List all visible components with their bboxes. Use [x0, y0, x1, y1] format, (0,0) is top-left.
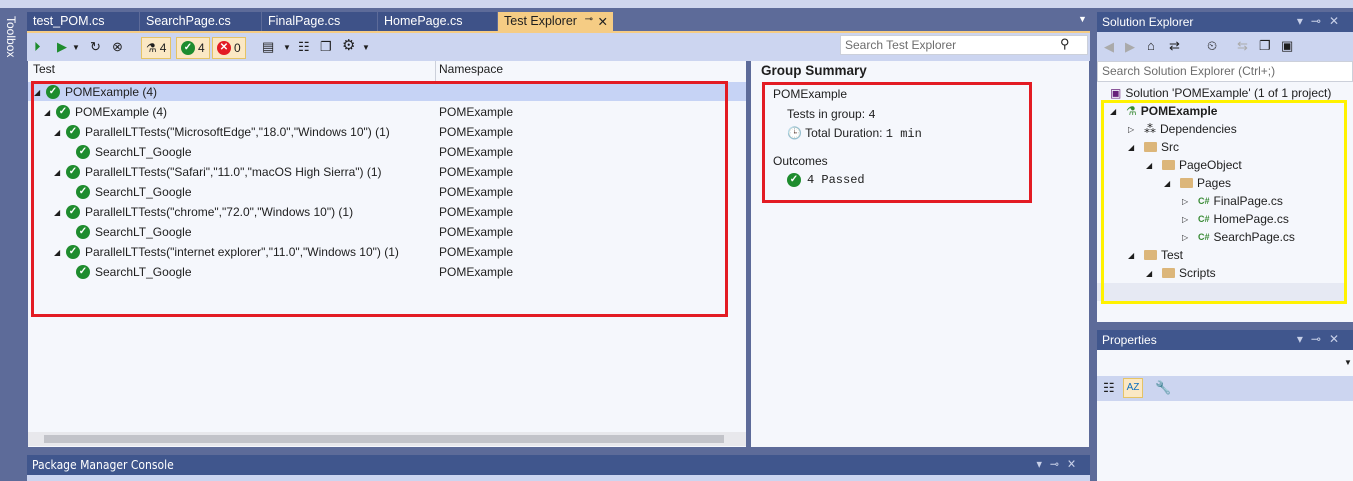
console-toolbar	[27, 475, 1090, 481]
pending-changes-icon[interactable]: ⏲	[1207, 38, 1217, 54]
collapse-all-icon[interactable]: ❐	[1259, 38, 1271, 54]
horizontal-scrollbar[interactable]	[28, 432, 746, 446]
title-strip	[0, 0, 1353, 8]
solution-explorer-title: Solution Explorer	[1102, 15, 1194, 29]
run-icon[interactable]: ▶	[57, 39, 67, 55]
package-manager-console-header[interactable]: Package Manager Console ▾⊸✕	[27, 455, 1090, 475]
tab-test-pom[interactable]: test_POM.cs	[27, 12, 140, 31]
summary-group-name: POMExample	[773, 87, 848, 101]
error-icon: ✕	[217, 41, 231, 55]
sync-icon[interactable]: ⇆	[1237, 38, 1248, 54]
column-divider[interactable]	[435, 61, 436, 81]
show-all-files-icon[interactable]: ▣	[1281, 38, 1293, 54]
solution-root-label: Solution 'POMExample' (1 of 1 project)	[1125, 86, 1332, 100]
properties-header[interactable]: Properties ▾⊸✕	[1097, 330, 1353, 350]
check-icon: ✓	[787, 173, 801, 187]
window-controls[interactable]: ▾⊸✕	[1036, 457, 1084, 471]
passed-outcome: ✓ 4 Passed	[787, 173, 865, 187]
failed-tests-button[interactable]: ✕ 0	[212, 37, 246, 59]
solution-explorer-header[interactable]: Solution Explorer ▾⊸✕	[1097, 12, 1353, 32]
gear-icon[interactable]: ⚙	[342, 38, 355, 54]
toolbox-tab[interactable]: Toolbox	[0, 8, 24, 481]
search-solution-explorer-input[interactable]: Search Solution Explorer (Ctrl+;)	[1097, 61, 1353, 82]
categorized-icon[interactable]: ☷	[1103, 380, 1115, 396]
cancel-icon[interactable]: ⊗	[112, 39, 123, 55]
annotation-box	[1101, 100, 1347, 304]
tab-final-page[interactable]: FinalPage.cs	[262, 12, 378, 31]
window-controls[interactable]: ▾⊸✕	[1297, 14, 1347, 28]
playlist-icon[interactable]: ▤	[262, 39, 274, 55]
chevron-down-icon[interactable]: ▼	[72, 40, 80, 56]
passed-tests-button[interactable]: ✓ 4	[176, 37, 210, 59]
properties-title: Properties	[1102, 333, 1157, 347]
object-dropdown-icon[interactable]: ▼	[1344, 358, 1352, 367]
chevron-down-icon[interactable]: ▼	[283, 40, 291, 56]
passed-text: 4 Passed	[807, 173, 865, 187]
tab-test-explorer[interactable]: Test Explorer ✕ ⊸	[498, 12, 614, 31]
pin-icon[interactable]: ⊸	[585, 14, 593, 25]
clock-icon: 🕒	[787, 126, 802, 140]
collapse-icon[interactable]: ❐	[320, 39, 332, 55]
alphabetical-sort-icon[interactable]: AZ	[1123, 378, 1143, 398]
solution-explorer-toolbar: ◀ ▶ ⌂ ⇄ ⏲ ⇆ ❐ ▣	[1097, 32, 1353, 61]
run-all-icon[interactable]: ⏵	[34, 39, 41, 55]
scrollbar-thumb[interactable]	[44, 435, 724, 443]
failed-count: 0	[234, 41, 241, 55]
search-icon[interactable]: ⚲	[1060, 36, 1070, 52]
total-duration: 🕒 Total Duration: 1 min	[787, 126, 922, 141]
summary-title: Group Summary	[761, 63, 867, 78]
duration-value: 1 min	[885, 127, 922, 141]
switch-views-icon[interactable]: ⇄	[1169, 38, 1180, 54]
search-test-explorer-input[interactable]: Search Test Explorer	[840, 35, 1088, 55]
outcomes-label: Outcomes	[773, 154, 828, 168]
chevron-down-icon[interactable]: ▼	[362, 40, 370, 56]
properties-toolbar: ☷ AZ 🔧	[1097, 376, 1353, 401]
tab-search-page[interactable]: SearchPage.cs	[140, 12, 262, 31]
tab-dropdown-icon[interactable]: ▼	[1078, 14, 1087, 24]
repeat-run-icon[interactable]: ↻	[90, 39, 101, 55]
wrench-icon[interactable]: 🔧	[1155, 380, 1171, 396]
group-by-icon[interactable]: ☷	[298, 39, 310, 55]
tests-value: 4	[868, 108, 876, 122]
close-icon[interactable]: ✕	[598, 14, 608, 29]
console-title: Package Manager Console	[32, 458, 174, 472]
forward-icon[interactable]: ▶	[1125, 39, 1135, 55]
toolbox-label: Toolbox	[4, 16, 18, 58]
tests-label: Tests in group:	[787, 107, 866, 121]
tab-home-page[interactable]: HomePage.cs	[378, 12, 498, 31]
properties-panel	[1097, 350, 1353, 481]
total-count: 4	[159, 41, 167, 55]
tests-in-group: Tests in group: 4	[787, 107, 876, 122]
tab-label: Test Explorer	[504, 14, 577, 28]
column-header-namespace[interactable]: Namespace	[439, 62, 503, 80]
solution-icon: ▣	[1110, 86, 1122, 100]
duration-label: Total Duration:	[805, 126, 883, 140]
passed-count: 4	[198, 41, 205, 55]
annotation-box	[31, 81, 728, 317]
flask-icon: ⚗	[146, 41, 157, 55]
home-icon[interactable]: ⌂	[1147, 38, 1155, 54]
window-controls[interactable]: ▾⊸✕	[1297, 332, 1347, 346]
check-icon: ✓	[181, 41, 195, 55]
back-icon[interactable]: ◀	[1104, 39, 1114, 55]
total-tests-button[interactable]: ⚗ 4	[141, 37, 172, 59]
column-header-test[interactable]: Test	[33, 62, 55, 80]
